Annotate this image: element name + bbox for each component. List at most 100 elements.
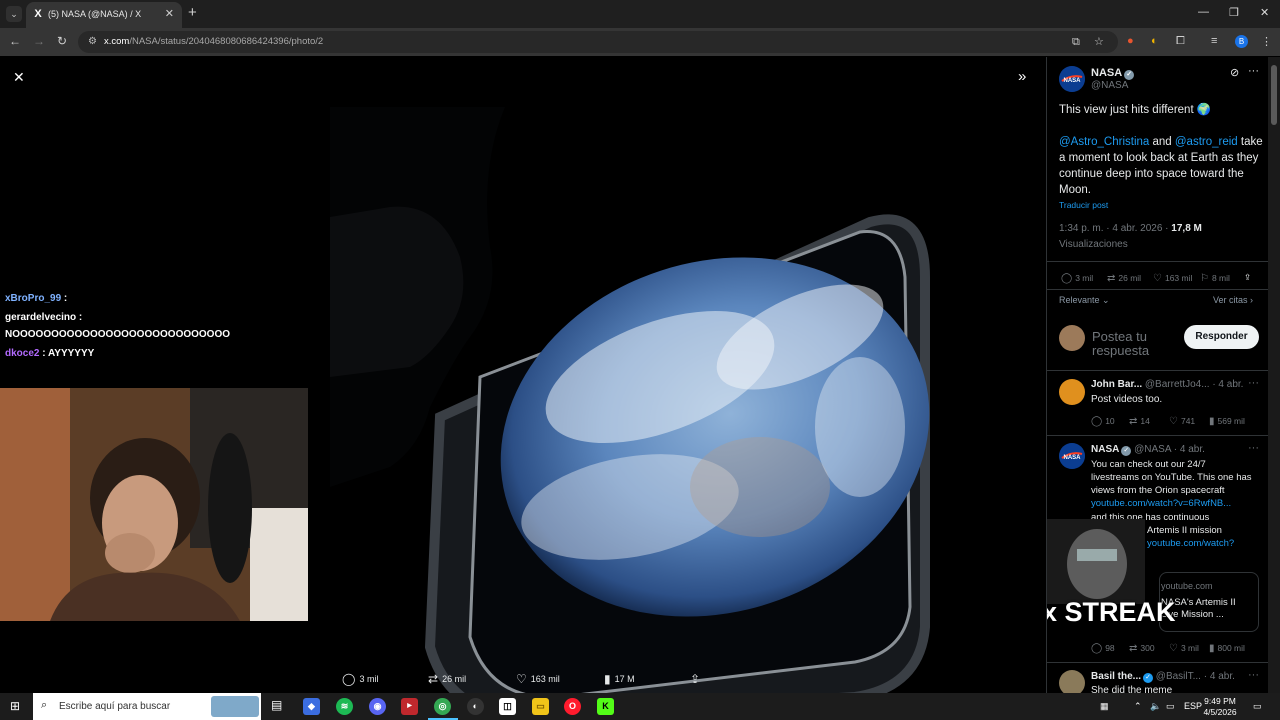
search-placeholder: Escribe aquí para buscar xyxy=(59,701,171,712)
view-quotes-link[interactable]: Ver citas › xyxy=(1213,295,1253,305)
divider xyxy=(1047,435,1268,436)
reply-views-stat[interactable]: ▮ 800 mil xyxy=(1209,643,1245,654)
chrome-icon[interactable]: ◎ xyxy=(434,698,451,715)
browser-tab-bar: ⌄ X (5) NASA (@NASA) / X ✕ + — ❐ ✕ xyxy=(0,0,1280,28)
menu-kebab-icon[interactable]: ⋮ xyxy=(1261,35,1272,48)
minimize-button[interactable]: — xyxy=(1198,6,1209,18)
close-viewer-icon[interactable]: ✕ xyxy=(13,69,25,86)
tab-close-icon[interactable]: ✕ xyxy=(165,7,174,20)
new-tab-button[interactable]: + xyxy=(188,4,197,21)
capcut-icon[interactable]: ◫ xyxy=(499,698,516,715)
chat-text: NOOOOOOOOOOOOOOOOOOOOOOOOOOOO xyxy=(5,329,231,340)
extension-fox-icon[interactable]: ● xyxy=(1127,35,1134,47)
card-domain: youtube.com xyxy=(1161,581,1213,591)
reply-icon: ◯ xyxy=(342,672,356,686)
repost-icon: ⇄ xyxy=(1107,273,1116,284)
author-handle[interactable]: @NASA xyxy=(1091,80,1128,91)
reply-views-stat[interactable]: ▮ 569 mil xyxy=(1209,416,1245,427)
reply-more-icon[interactable]: ··· xyxy=(1248,442,1259,454)
extension-color-icon[interactable]: ◐ xyxy=(1151,35,1158,47)
reload-button[interactable]: ↻ xyxy=(57,34,67,48)
mention-link[interactable]: @astro_reid xyxy=(1175,136,1238,148)
profile-avatar[interactable]: B xyxy=(1235,35,1248,48)
like-icon: ♡ xyxy=(516,672,527,686)
reply-repost-stat[interactable]: ⇄ 300 xyxy=(1129,643,1155,654)
share-button[interactable]: ⇪ xyxy=(690,672,704,686)
copilot-icon[interactable]: ◆ xyxy=(303,698,320,715)
repost-stat[interactable]: ⇄ 26 mil xyxy=(428,672,466,686)
tray-chevron-icon[interactable]: ⌃ xyxy=(1134,701,1142,712)
forward-button[interactable]: → xyxy=(33,34,45,48)
reply-repost-stat[interactable]: ⇄ 14 xyxy=(1129,416,1150,427)
scrollbar-thumb[interactable] xyxy=(1271,65,1277,125)
bookmark-star-icon[interactable]: ☆ xyxy=(1094,35,1104,48)
more-options-icon[interactable]: ··· xyxy=(1248,65,1259,77)
restore-button[interactable]: ❐ xyxy=(1229,6,1239,19)
taskbar-search[interactable]: ⌕ Escribe aquí para buscar xyxy=(33,693,261,720)
reply-author-avatar[interactable] xyxy=(1059,670,1085,693)
post-reply-stat[interactable]: ◯ 3 mil xyxy=(1061,273,1093,284)
tab-title: (5) NASA (@NASA) / X xyxy=(48,9,142,19)
url-text[interactable]: x.com/NASA/status/2040468080686424396/ph… xyxy=(104,36,323,47)
nasa-avatar[interactable]: NASA xyxy=(1059,443,1085,469)
chat-user: gerardelvecino xyxy=(5,312,77,323)
reply-author-avatar[interactable] xyxy=(1059,379,1085,405)
divider xyxy=(1047,289,1268,290)
browser-tab[interactable]: X (5) NASA (@NASA) / X ✕ xyxy=(26,2,182,28)
notifications-icon[interactable]: ▭ xyxy=(1253,701,1262,712)
post-like-stat[interactable]: ♡ 163 mil xyxy=(1153,273,1192,284)
obs-icon[interactable]: ◐ xyxy=(467,698,484,715)
volume-icon[interactable]: 🔈 xyxy=(1150,701,1161,712)
media-action-bar: ◯ 3 mil ⇄ 26 mil ♡ 163 mil ▮ 17 M ⇪ xyxy=(0,665,1046,693)
spotify-icon[interactable]: ≋ xyxy=(336,698,353,715)
address-bar[interactable]: ⚙ x.com/NASA/status/2040468080686424396/… xyxy=(78,31,1118,53)
author-name[interactable]: NASA ✓ xyxy=(1091,67,1135,80)
discord-icon[interactable]: ◉ xyxy=(369,698,386,715)
task-view-icon[interactable]: ▤ xyxy=(271,698,282,712)
site-info-icon[interactable]: ⚙ xyxy=(88,36,97,47)
mention-link[interactable]: @Astro_Christina xyxy=(1059,136,1149,148)
reply-more-icon[interactable]: ··· xyxy=(1248,377,1259,389)
chat-message: xBroPro_99 : xyxy=(5,293,68,304)
nasa-avatar[interactable]: NASA xyxy=(1059,66,1085,92)
reply-reply-stat[interactable]: ◯ 98 xyxy=(1091,643,1115,654)
share-icon[interactable]: ⇪ xyxy=(1244,272,1251,283)
reply-stat[interactable]: ◯ 3 mil xyxy=(342,672,378,686)
install-app-icon[interactable]: ⧉ xyxy=(1072,36,1080,49)
reply-input[interactable]: Postea tu respuesta xyxy=(1092,330,1182,358)
reply-reply-stat[interactable]: ◯ 10 xyxy=(1091,416,1115,427)
chat-message: gerardelvecino : xyxy=(5,312,83,323)
reply-more-icon[interactable]: ··· xyxy=(1248,669,1259,681)
windows-start-icon[interactable]: ⊞ xyxy=(10,699,20,713)
scrollbar[interactable] xyxy=(1268,57,1280,693)
collapse-panel-icon[interactable]: » xyxy=(1018,68,1026,85)
grok-icon[interactable]: ⊘ xyxy=(1230,66,1239,79)
like-stat[interactable]: ♡ 163 mil xyxy=(516,672,560,686)
kick-icon[interactable]: K xyxy=(597,698,614,715)
extensions-puzzle-icon[interactable]: ⧠ xyxy=(1176,35,1185,48)
file-explorer-icon[interactable]: ▭ xyxy=(532,698,549,715)
bookmark-icon: ⚐ xyxy=(1200,273,1209,284)
reading-list-icon[interactable]: ≡ xyxy=(1211,35,1217,47)
sort-dropdown[interactable]: Relevante ⌄ xyxy=(1059,295,1110,306)
translate-link[interactable]: Traducir post xyxy=(1059,200,1108,210)
post-text-line1: This view just hits different 🌍 xyxy=(1059,104,1212,116)
taskbar-clock[interactable]: 9:49 PM 4/5/2026 xyxy=(1200,696,1240,718)
post-bookmark-stat[interactable]: ⚐ 8 mil xyxy=(1200,273,1230,284)
reply-like-stat[interactable]: ♡ 741 xyxy=(1169,416,1195,427)
reply-button[interactable]: Responder xyxy=(1184,325,1259,349)
youtube-link[interactable]: youtube.com/watch?v=6RwfNB... xyxy=(1091,498,1231,509)
video-editor-icon[interactable]: ▶ xyxy=(401,698,418,715)
youtube-link[interactable]: youtube.com/watch? xyxy=(1147,538,1234,549)
close-window-button[interactable]: ✕ xyxy=(1260,6,1269,19)
back-button[interactable]: ← xyxy=(9,34,21,48)
network-icon[interactable]: ▭ xyxy=(1166,701,1175,712)
tray-app-icon[interactable]: ▦ xyxy=(1100,701,1109,712)
nasa-logo-icon: NASA xyxy=(1059,443,1085,469)
streak-overlay-image xyxy=(1047,519,1145,604)
reply-like-stat[interactable]: ♡ 3 mil xyxy=(1169,643,1199,654)
tab-search-button[interactable]: ⌄ xyxy=(6,6,22,22)
opera-icon[interactable]: O xyxy=(564,698,581,715)
post-repost-stat[interactable]: ⇄ 26 mil xyxy=(1107,273,1141,284)
views-stat[interactable]: ▮ 17 M xyxy=(604,672,635,686)
